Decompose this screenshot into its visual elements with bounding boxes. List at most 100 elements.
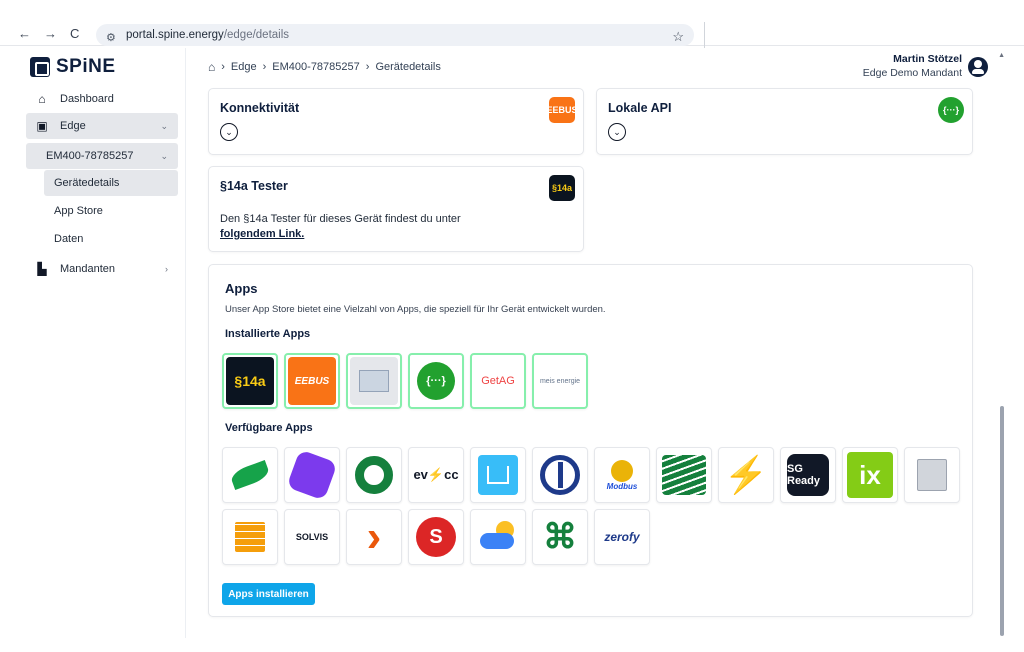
home-icon[interactable]: ⌂	[208, 60, 215, 74]
chevron-down-icon[interactable]: ⌄	[220, 123, 238, 141]
installed-app-14a[interactable]: §14a	[222, 353, 278, 409]
gateway-device-icon	[908, 451, 956, 499]
address-bar[interactable]: ⚙ portal.spine.energy/edge/details ☆	[96, 24, 694, 46]
sidebar-item-edge[interactable]: ▣ Edge ⌄	[26, 113, 178, 139]
modbus-logo-icon: Modbus	[598, 451, 646, 499]
card-title: Lokale API	[608, 101, 672, 115]
tester-text: Den §14a Tester für dieses Gerät findest…	[220, 212, 461, 242]
green-ring-icon	[350, 451, 398, 499]
sidebar-item-label: Mandanten	[60, 263, 116, 275]
sidebar-item-label: App Store	[54, 205, 103, 217]
installed-app-meter[interactable]	[346, 353, 402, 409]
zerofy-logo-icon: zerofy	[598, 513, 646, 561]
weather-cloud-icon	[474, 513, 522, 561]
site-settings-icon[interactable]: ⚙	[106, 27, 116, 49]
chip-icon: ▣	[36, 119, 48, 133]
logo-text: SPiNE	[56, 56, 116, 77]
iobroker-icon	[536, 451, 584, 499]
available-app-green-ring[interactable]	[346, 447, 402, 503]
available-app-purple-hex[interactable]	[284, 447, 340, 503]
apps-title: Apps	[225, 281, 258, 296]
evcc-logo-icon: ev⚡cc	[412, 451, 460, 499]
available-app-evcc[interactable]: ev⚡cc	[408, 447, 464, 503]
chevron-down-icon[interactable]: ⌄	[608, 123, 626, 141]
s-circle-icon: S	[416, 517, 456, 557]
card-title: Konnektivität	[220, 101, 300, 115]
breadcrumb-separator-icon: ›	[262, 61, 267, 73]
available-app-s-circle[interactable]: S	[408, 509, 464, 565]
sidebar-item-mandanten[interactable]: ▙ Mandanten ›	[26, 256, 178, 282]
eebus-icon: EEBUS	[547, 97, 578, 123]
tester-description: Den §14a Tester für dieses Gerät findest…	[220, 213, 461, 225]
fraunhofer-stripes-icon	[662, 455, 706, 495]
available-app-sg-ready[interactable]: SG Ready	[780, 447, 836, 503]
card-title: §14a Tester	[220, 179, 288, 193]
breadcrumb-edge[interactable]: Edge	[231, 61, 257, 73]
sidebar-item-dashboard[interactable]: ⌂ Dashboard	[26, 86, 178, 112]
chevron-down-icon: ⌄	[160, 150, 168, 161]
install-apps-button[interactable]: Apps installieren	[222, 583, 315, 605]
section-14a-icon: §14a	[226, 357, 274, 405]
getag-logo-icon: GetAG	[474, 357, 522, 405]
available-app-leaf[interactable]	[222, 447, 278, 503]
breadcrumb-device[interactable]: EM400-78785257	[272, 61, 359, 73]
apps-description: Unser App Store bietet eine Vielzahl von…	[225, 304, 606, 315]
energy-meter-icon	[350, 357, 398, 405]
sidebar-item-app-store[interactable]: App Store	[44, 198, 178, 224]
installed-app-meis-energie[interactable]: meis energie	[532, 353, 588, 409]
available-app-modbus[interactable]: Modbus	[594, 447, 650, 503]
logo[interactable]: SPiNE	[30, 56, 116, 78]
installed-app-getag[interactable]: GetAG	[470, 353, 526, 409]
tenant-name: Edge Demo Mandant	[862, 67, 962, 79]
sg-ready-icon: SG Ready	[787, 454, 829, 496]
card-apps: Apps Unser App Store bietet eine Vielzah…	[208, 264, 973, 617]
bookmark-star-icon[interactable]: ☆	[672, 26, 684, 48]
available-app-iobroker[interactable]	[532, 447, 588, 503]
available-app-fraunhofer[interactable]	[656, 447, 712, 503]
api-icon: {···}	[938, 97, 964, 123]
card-lokale-api: Lokale API ⌄ {···}	[596, 88, 973, 155]
available-app-chevron[interactable]: ›	[346, 509, 402, 565]
breadcrumb: ⌂ › Edge › EM400-78785257 › Gerätedetail…	[208, 60, 441, 74]
available-app-solvis[interactable]: SOLVIS	[284, 509, 340, 565]
available-app-ix[interactable]: ix	[842, 447, 898, 503]
home-assistant-icon	[478, 455, 518, 495]
card-konnektivitaet: Konnektivität ⌄ EEBUS	[208, 88, 584, 155]
available-app-weather[interactable]	[470, 509, 526, 565]
breadcrumb-separator-icon: ›	[221, 61, 225, 73]
ix-logo-icon: ix	[847, 452, 893, 498]
api-icon: {···}	[417, 362, 455, 400]
leaf-icon	[226, 451, 274, 499]
sidebar-item-geraetedetails[interactable]: Gerätedetails	[44, 170, 178, 196]
sidebar-item-label: EM400-78785257	[46, 150, 134, 162]
sidebar-item-label: Dashboard	[60, 93, 114, 105]
available-app-gateway[interactable]	[904, 447, 960, 503]
sidebar-item-device[interactable]: EM400-78785257 ⌄	[26, 143, 178, 169]
user-menu[interactable]: Martin Stötzel Edge Demo Mandant	[863, 52, 988, 80]
available-app-green-knot[interactable]: ⌘	[532, 509, 588, 565]
browser-toolbar: ← → C ⚙ portal.spine.energy/edge/details…	[0, 0, 1024, 48]
scrollbar[interactable]	[1000, 406, 1004, 636]
available-app-home-assistant[interactable]	[470, 447, 526, 503]
back-icon[interactable]: ←	[18, 26, 31, 41]
installed-app-local-api[interactable]: {···}	[408, 353, 464, 409]
breadcrumb-current: Gerätedetails	[375, 61, 441, 73]
spine-logo-icon	[30, 57, 50, 77]
installed-app-eebus[interactable]: EEBUS	[284, 353, 340, 409]
home-icon: ⌂	[38, 92, 46, 106]
url-host: portal.spine.energy	[126, 29, 224, 41]
forward-icon[interactable]: →	[44, 26, 57, 41]
reload-icon[interactable]: C	[70, 26, 79, 41]
tester-link[interactable]: folgendem Link.	[220, 228, 304, 240]
available-app-zerofy[interactable]: zerofy	[594, 509, 650, 565]
card-14a-tester: §14a Tester §14a Den §14a Tester für die…	[208, 166, 584, 252]
user-avatar-icon[interactable]	[968, 57, 988, 77]
available-app-lightning[interactable]: ⚡	[718, 447, 774, 503]
sidebar: SPiNE ⌂ Dashboard ▣ Edge ⌄ EM400-7878525…	[18, 48, 186, 638]
sidebar-item-daten[interactable]: Daten	[44, 226, 178, 252]
orange-chevron-icon: ›	[350, 513, 398, 561]
scroll-up-icon[interactable]: ▲	[998, 52, 1005, 59]
purple-hexagon-icon	[288, 451, 336, 499]
chevron-down-icon: ⌄	[160, 120, 168, 131]
available-app-solar[interactable]	[222, 509, 278, 565]
